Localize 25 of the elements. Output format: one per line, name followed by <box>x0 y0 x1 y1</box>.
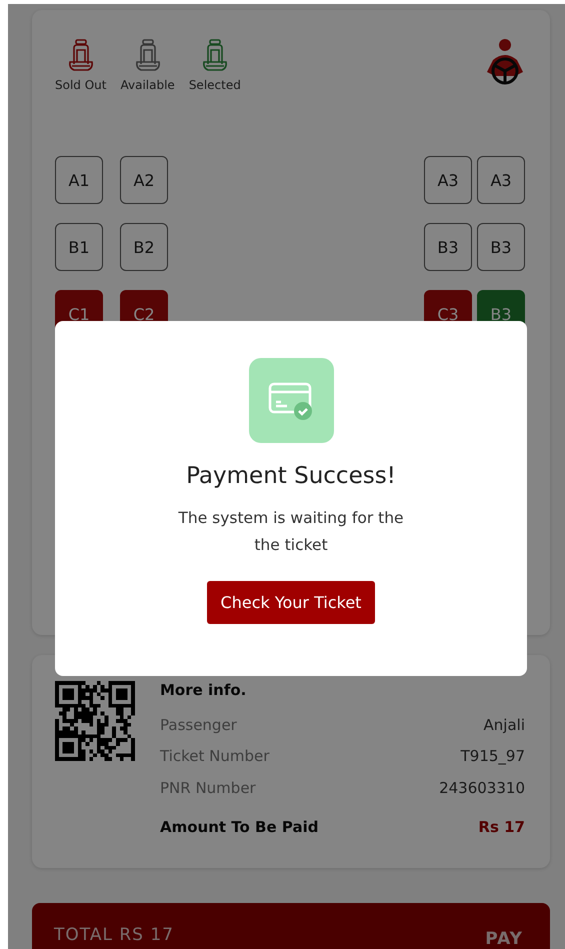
info-label: Passenger <box>160 716 237 734</box>
legend-label: Sold Out <box>55 78 106 92</box>
seat-button[interactable]: A3 <box>477 156 525 204</box>
info-value: Anjali <box>484 716 525 734</box>
section-heading: More info. <box>160 681 248 699</box>
info-value: T915_97 <box>460 747 525 766</box>
check-ticket-button[interactable]: Check Your Ticket <box>206 581 376 624</box>
seat-button[interactable]: B3 <box>424 223 472 271</box>
info-value: 243603310 <box>439 778 525 797</box>
modal-title: Payment Success! <box>186 463 396 489</box>
modal-message: The system is waiting for the the ticket <box>177 508 405 556</box>
legend-label: Selected <box>188 78 241 92</box>
seat-button[interactable]: A2 <box>120 156 168 204</box>
info-label: PNR Number <box>160 778 256 797</box>
seat-button[interactable]: B1 <box>55 223 103 271</box>
total-amount: TOTAL RS 17 <box>54 925 174 947</box>
seat-button[interactable]: A3 <box>424 156 472 204</box>
pay-button[interactable]: PAY <box>485 931 523 948</box>
seat-button[interactable]: A1 <box>55 156 103 204</box>
legend-label: Available <box>120 78 175 92</box>
info-label: Ticket Number <box>160 747 270 766</box>
amount-value: Rs 17 <box>478 818 525 836</box>
amount-label: Amount To Be Paid <box>160 818 318 836</box>
seat-button[interactable]: B3 <box>477 223 525 271</box>
seat-button[interactable]: B2 <box>120 223 168 271</box>
